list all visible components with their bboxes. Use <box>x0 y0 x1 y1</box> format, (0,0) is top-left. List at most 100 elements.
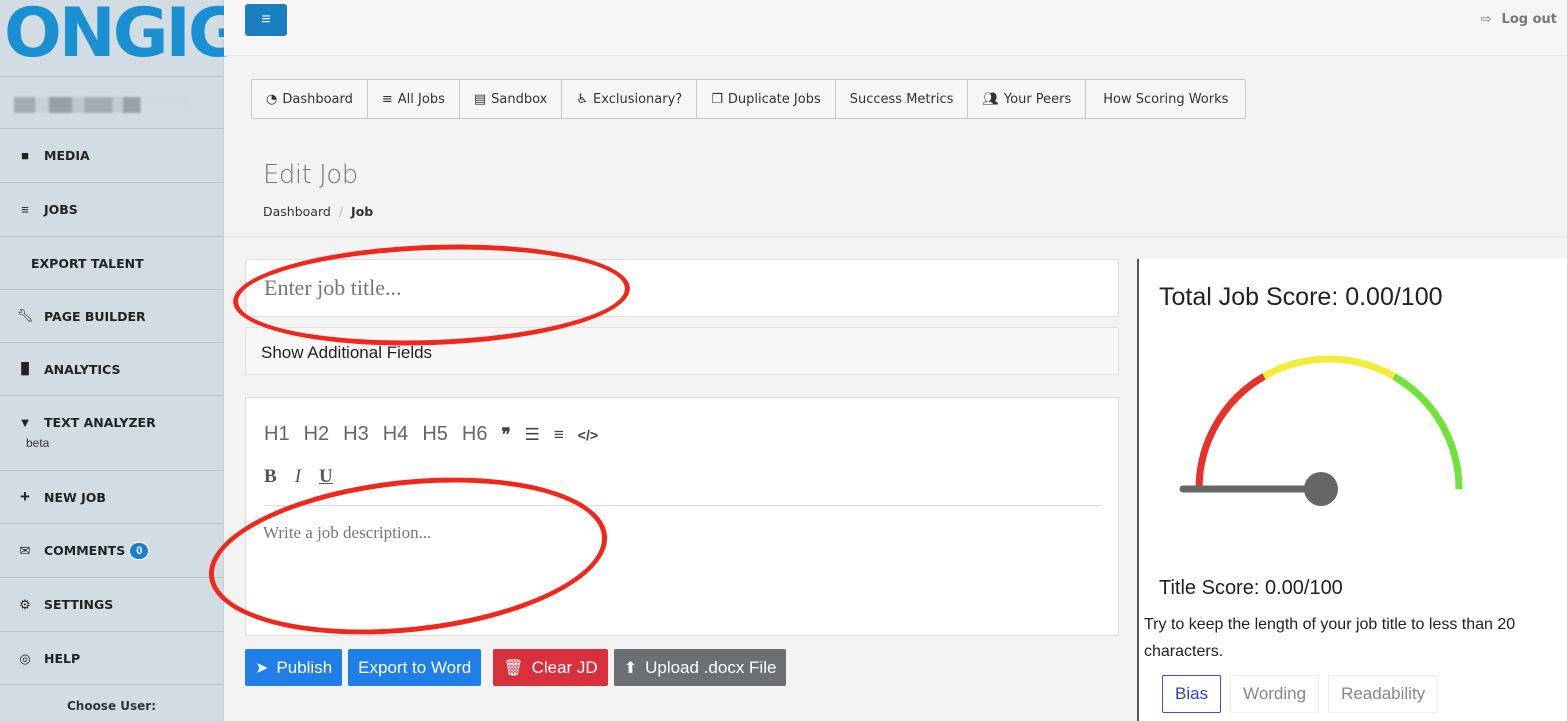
tab-your-peers[interactable]: 👥︎ Your Peers <box>968 80 1087 118</box>
action-buttons: ➤ Publish Export to Word 🗑︎ Clear JD ⬆ U… <box>245 649 792 686</box>
score-tabs: Bias Wording Readability <box>1162 675 1447 713</box>
export-label: Export to Word <box>358 657 472 677</box>
tab-label: How Scoring Works <box>1103 91 1229 107</box>
sidebar-item-label: JOBS <box>44 202 78 217</box>
editor-toolbar-row: H1 H2 H3 H4 H5 H6 ❞ ☰ ≡ </> <box>264 423 612 446</box>
sidebar-item-label: EXPORT TALENT <box>31 255 144 271</box>
clear-jd-button[interactable]: 🗑︎ Clear JD <box>493 649 608 686</box>
breadcrumb-separator: / <box>338 204 344 219</box>
export-to-word-button[interactable]: Export to Word <box>348 649 482 686</box>
underline-button[interactable]: U <box>319 466 333 488</box>
life-ring-icon: ◎ <box>19 650 31 666</box>
sidebar-item-analytics[interactable]: ▐▌ ANALYTICS <box>0 342 223 395</box>
h1-button[interactable]: H1 <box>264 423 290 446</box>
blurred-account-name <box>14 97 190 113</box>
job-description-input[interactable] <box>246 513 1118 628</box>
bar-chart-icon: ▐▌ <box>17 363 33 375</box>
trash-icon: 🗑︎ <box>503 659 524 677</box>
tab-exclusionary[interactable]: ♿︎ Exclusionary? <box>562 80 698 118</box>
users-icon: 👥︎ <box>982 91 999 107</box>
tab-duplicate-jobs[interactable]: ❐ Duplicate Jobs <box>697 80 836 118</box>
tab-all-jobs[interactable]: ≡ All Jobs <box>368 80 460 118</box>
tab-label: Success Metrics <box>849 91 954 107</box>
tab-dashboard[interactable]: ◔ Dashboard <box>252 80 368 118</box>
plus-icon: + <box>20 487 30 506</box>
job-title-container <box>245 259 1119 317</box>
sidebar-item-comments[interactable]: ✉ COMMENTS 0 <box>0 523 223 577</box>
h4-button[interactable]: H4 <box>383 423 409 446</box>
sidebar-item-help[interactable]: ◎ HELP <box>0 631 223 685</box>
gauge-arc <box>1195 355 1463 490</box>
tab-sandbox[interactable]: ▤ Sandbox <box>460 80 563 118</box>
sidebar-item-label: COMMENTS <box>44 543 126 558</box>
sidebar-item-label: NEW JOB <box>44 489 106 505</box>
tab-how-scoring-works[interactable]: How Scoring Works <box>1086 80 1245 118</box>
logout-label: Log out <box>1501 12 1557 27</box>
sidebar-item-new-job[interactable]: + NEW JOB <box>0 470 223 523</box>
upload-label: Upload .docx File <box>645 657 777 677</box>
title-score-tip: Try to keep the length of your job title… <box>1144 616 1516 660</box>
bold-button[interactable]: B <box>264 466 277 488</box>
h3-button[interactable]: H3 <box>343 423 369 446</box>
tab-label: Duplicate Jobs <box>727 91 821 107</box>
h2-button[interactable]: H2 <box>304 423 330 446</box>
total-job-score: Total Job Score: 0.00/100 <box>1159 283 1443 311</box>
sidebar-item-label: ANALYTICS <box>44 361 121 377</box>
copy-icon: ❐ <box>711 91 723 107</box>
italic-button[interactable]: I <box>295 466 301 488</box>
sidebar-item-label: HELP <box>44 651 81 666</box>
file-upload-icon: ⬆ <box>623 659 638 677</box>
blockquote-icon[interactable]: ❞ <box>501 425 510 445</box>
publish-button[interactable]: ➤ Publish <box>245 649 343 686</box>
logout-link[interactable]: ⇨ Log out <box>1481 12 1557 27</box>
sidebar-item-media[interactable]: ■ MEDIA <box>0 128 223 182</box>
menu-toggle-button[interactable]: ≡ <box>245 4 287 36</box>
breadcrumb-dashboard-link[interactable]: Dashboard <box>263 204 331 219</box>
sidebar: ONGIG ■ MEDIA ≡ JOBS EXPORT TALENT 🔧︎ PA… <box>0 0 244 721</box>
tab-wording[interactable]: Wording <box>1230 675 1320 713</box>
logo[interactable]: ONGIG <box>0 0 244 76</box>
header-divider <box>224 236 1567 237</box>
logo-text: ONGIG <box>4 0 244 73</box>
list-icon: ≡ <box>381 91 393 107</box>
numbered-list-icon[interactable]: ≡ <box>554 425 564 445</box>
sidebar-item-jobs[interactable]: ≡ JOBS <box>0 182 223 236</box>
publish-label: Publish <box>276 657 333 677</box>
h6-button[interactable]: H6 <box>462 423 488 446</box>
sidebar-item-export-talent[interactable]: EXPORT TALENT <box>0 236 223 289</box>
hamburger-icon: ≡ <box>261 11 271 28</box>
account-name-redacted <box>0 76 223 128</box>
sign-out-icon: ⇨ <box>1480 12 1492 27</box>
sidebar-item-label: TEXT ANALYZER <box>44 415 156 430</box>
sidebar-item-settings[interactable]: ⚙ SETTINGS <box>0 577 223 631</box>
graduation-cap-icon: ▼ <box>18 415 32 430</box>
gauge-arc-low <box>1195 373 1266 490</box>
upload-docx-button[interactable]: ⬆ Upload .docx File <box>613 649 787 686</box>
tab-success-metrics[interactable]: Success Metrics <box>836 80 969 118</box>
breadcrumb-current: Job <box>351 204 374 219</box>
toolbar-divider <box>264 505 1102 506</box>
video-camera-icon: ■ <box>21 148 29 163</box>
page-title: Edit Job <box>263 160 358 190</box>
tab-bias[interactable]: Bias <box>1162 675 1222 713</box>
title-score: Title Score: 0.00/100 <box>1159 577 1343 599</box>
bullet-list-icon[interactable]: ☰ <box>525 425 540 445</box>
comments-count-badge: 0 <box>129 541 150 560</box>
envelope-icon: ✉ <box>19 542 31 558</box>
tab-readability[interactable]: Readability <box>1328 675 1439 713</box>
show-additional-fields-toggle[interactable]: Show Additional Fields <box>245 327 1119 375</box>
newspaper-icon: ▤ <box>473 91 487 107</box>
tachometer-icon: ◔ <box>266 91 278 107</box>
gauge-arc-mid <box>1262 355 1396 380</box>
job-title-input[interactable] <box>246 260 1118 316</box>
score-gauge <box>1179 355 1463 506</box>
sidebar-item-page-builder[interactable]: 🔧︎ PAGE BUILDER <box>0 289 223 342</box>
beta-label: beta <box>26 436 50 450</box>
tab-label: All Jobs <box>397 91 445 107</box>
tab-label: Your Peers <box>1003 91 1072 107</box>
wrench-icon: 🔧︎ <box>16 308 34 323</box>
code-icon[interactable]: </> <box>578 427 598 443</box>
sidebar-item-text-analyzer[interactable]: ▼ TEXT ANALYZER beta <box>0 395 223 469</box>
h5-button[interactable]: H5 <box>422 423 448 446</box>
paper-plane-icon: ➤ <box>255 659 269 677</box>
